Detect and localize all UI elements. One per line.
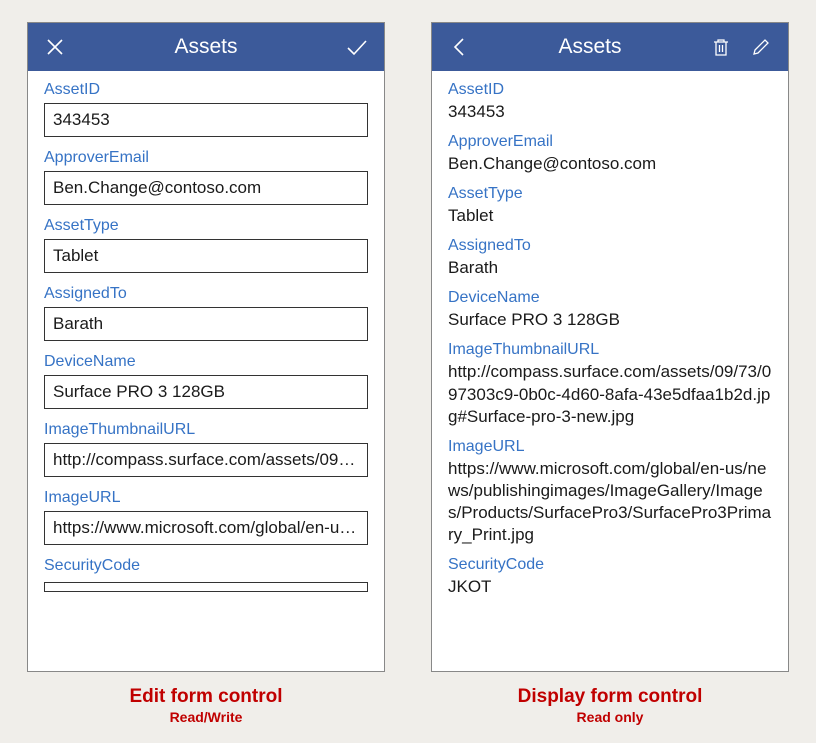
field-assignedto: AssignedTo xyxy=(44,285,368,341)
field-assetid: AssetID xyxy=(44,81,368,137)
field-assettype: AssetType xyxy=(44,217,368,273)
input-devicename[interactable] xyxy=(44,375,368,409)
dvalue-assettype: Tablet xyxy=(448,205,772,227)
trash-icon[interactable] xyxy=(708,34,734,60)
edit-caption: Edit form control Read/Write xyxy=(129,686,282,725)
edit-caption-main: Edit form control xyxy=(129,686,282,708)
dlabel-imageurl: ImageURL xyxy=(448,438,772,456)
label-imagethumbnailurl: ImageThumbnailURL xyxy=(44,421,368,439)
dlabel-assettype: AssetType xyxy=(448,185,772,203)
field-imagethumbnailurl: ImageThumbnailURL xyxy=(44,421,368,477)
dvalue-assignedto: Barath xyxy=(448,257,772,279)
dlabel-securitycode: SecurityCode xyxy=(448,556,772,574)
edit-header: Assets xyxy=(28,23,384,71)
dlabel-assetid: AssetID xyxy=(448,81,772,99)
dlabel-devicename: DeviceName xyxy=(448,289,772,307)
label-devicename: DeviceName xyxy=(44,353,368,371)
close-icon[interactable] xyxy=(42,34,68,60)
dvalue-imageurl: https://www.microsoft.com/global/en-us/n… xyxy=(448,458,772,546)
label-securitycode: SecurityCode xyxy=(44,557,368,575)
edit-header-title: Assets xyxy=(68,35,344,59)
input-approveremail[interactable] xyxy=(44,171,368,205)
label-imageurl: ImageURL xyxy=(44,489,368,507)
dfield-devicename: DeviceName Surface PRO 3 128GB xyxy=(448,289,772,331)
back-icon[interactable] xyxy=(446,34,472,60)
field-imageurl: ImageURL xyxy=(44,489,368,545)
input-imageurl[interactable] xyxy=(44,511,368,545)
edit-caption-sub: Read/Write xyxy=(129,709,282,725)
dlabel-imagethumbnailurl: ImageThumbnailURL xyxy=(448,341,772,359)
dvalue-securitycode: JKOT xyxy=(448,576,772,598)
input-securitycode[interactable] xyxy=(44,582,368,592)
display-header: Assets xyxy=(432,23,788,71)
dfield-securitycode: SecurityCode JKOT xyxy=(448,556,772,598)
field-securitycode: SecurityCode xyxy=(44,557,368,597)
edit-icon[interactable] xyxy=(748,34,774,60)
input-assettype[interactable] xyxy=(44,239,368,273)
field-devicename: DeviceName xyxy=(44,353,368,409)
display-caption-main: Display form control xyxy=(518,686,703,708)
dfield-imagethumbnailurl: ImageThumbnailURL http://compass.surface… xyxy=(448,341,772,427)
display-form-screenshot: Assets AssetID 343453 A xyxy=(431,22,789,725)
input-imagethumbnailurl[interactable] xyxy=(44,443,368,477)
display-caption-sub: Read only xyxy=(518,709,703,725)
dlabel-approveremail: ApproverEmail xyxy=(448,133,772,151)
edit-phone-frame: Assets AssetID ApproverEmail AssetType A… xyxy=(27,22,385,672)
field-approveremail: ApproverEmail xyxy=(44,149,368,205)
input-assignedto[interactable] xyxy=(44,307,368,341)
dlabel-assignedto: AssignedTo xyxy=(448,237,772,255)
dfield-assignedto: AssignedTo Barath xyxy=(448,237,772,279)
display-header-title: Assets xyxy=(472,35,708,59)
dfield-approveremail: ApproverEmail Ben.Change@contoso.com xyxy=(448,133,772,175)
dfield-imageurl: ImageURL https://www.microsoft.com/globa… xyxy=(448,438,772,546)
dvalue-devicename: Surface PRO 3 128GB xyxy=(448,309,772,331)
edit-form-screenshot: Assets AssetID ApproverEmail AssetType A… xyxy=(27,22,385,725)
dfield-assettype: AssetType Tablet xyxy=(448,185,772,227)
display-phone-frame: Assets AssetID 343453 A xyxy=(431,22,789,672)
label-assettype: AssetType xyxy=(44,217,368,235)
dvalue-imagethumbnailurl: http://compass.surface.com/assets/09/73/… xyxy=(448,361,772,427)
display-caption: Display form control Read only xyxy=(518,686,703,725)
label-assignedto: AssignedTo xyxy=(44,285,368,303)
dfield-assetid: AssetID 343453 xyxy=(448,81,772,123)
edit-form-body: AssetID ApproverEmail AssetType Assigned… xyxy=(28,71,384,601)
label-approveremail: ApproverEmail xyxy=(44,149,368,167)
display-form-body: AssetID 343453 ApproverEmail Ben.Change@… xyxy=(432,71,788,612)
checkmark-icon[interactable] xyxy=(344,34,370,60)
dvalue-approveremail: Ben.Change@contoso.com xyxy=(448,153,772,175)
input-assetid[interactable] xyxy=(44,103,368,137)
dvalue-assetid: 343453 xyxy=(448,101,772,123)
label-assetid: AssetID xyxy=(44,81,368,99)
